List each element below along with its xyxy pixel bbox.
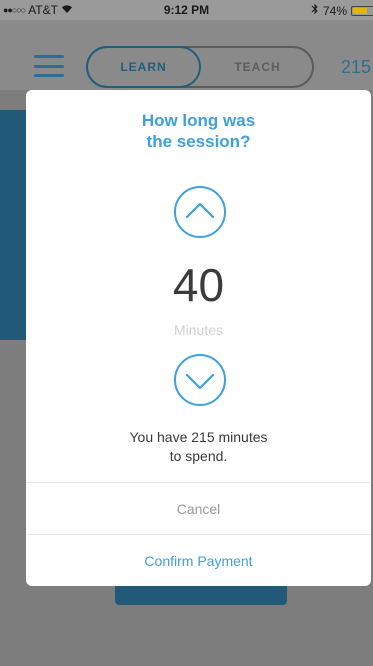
balance-line1: You have 215 minutes [129, 429, 268, 445]
chevron-down-icon [185, 373, 215, 390]
session-duration-modal: How long was the session? 40 Minutes You… [26, 90, 371, 586]
battery-percent: 74% [322, 3, 347, 18]
modal-title-line1: How long was [141, 111, 256, 130]
status-bar: ●●○○○ AT&T 9:12 PM 74% [0, 0, 373, 20]
confirm-payment-button[interactable]: Confirm Payment [26, 535, 371, 586]
balance-text: You have 215 minutes to spend. [26, 428, 371, 466]
duration-value: 40 [172, 259, 225, 311]
cancel-button[interactable]: Cancel [26, 483, 371, 534]
minutes-count: 215 [340, 57, 371, 77]
modal-title: How long was the session? [26, 110, 371, 152]
duration-unit: Minutes [173, 322, 224, 338]
tab-teach[interactable]: TEACH [205, 46, 310, 88]
hamburger-menu-icon[interactable] [34, 55, 64, 77]
bluetooth-icon [311, 3, 319, 18]
battery-fill [353, 7, 368, 14]
status-right: 74% [311, 3, 373, 18]
background-card [0, 110, 28, 340]
background-button [115, 585, 287, 605]
tab-learn[interactable]: LEARN [86, 46, 201, 88]
battery-icon [351, 5, 373, 16]
decrement-button[interactable] [174, 354, 226, 406]
balance-line2: to spend. [169, 448, 228, 464]
modal-title-line2: the session? [146, 132, 251, 151]
chevron-up-icon [185, 202, 215, 219]
increment-button[interactable] [174, 186, 226, 238]
